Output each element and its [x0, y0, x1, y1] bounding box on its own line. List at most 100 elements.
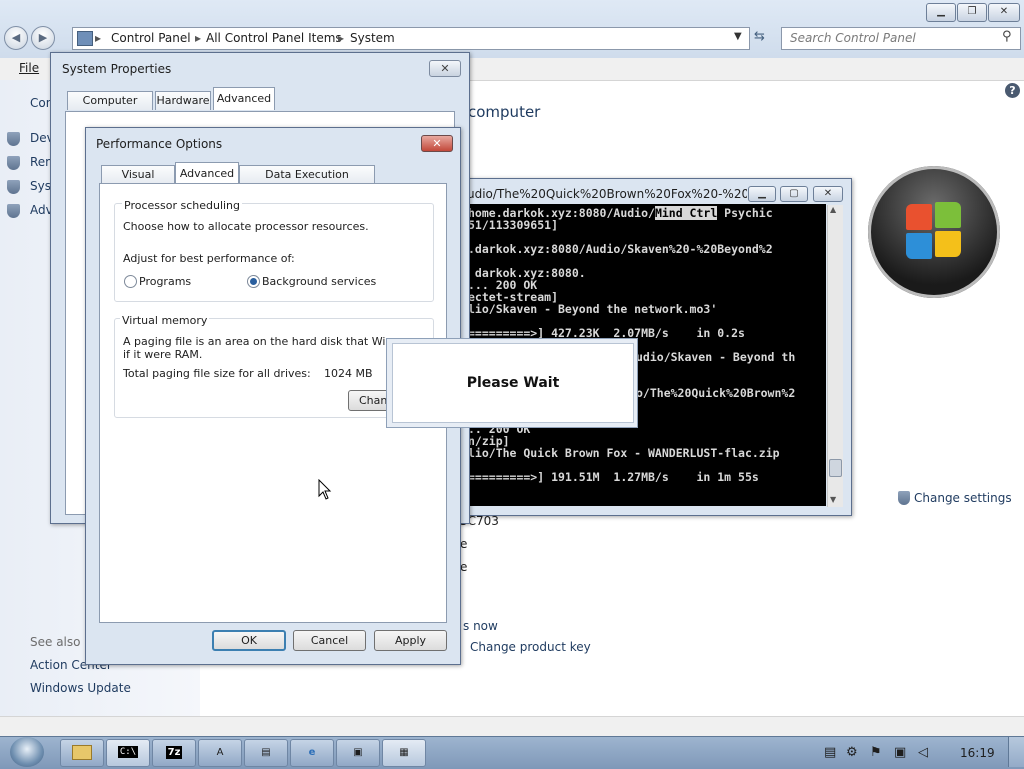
- info-fragment: e: [460, 537, 468, 551]
- taskbar-system-button[interactable]: ▦: [382, 739, 426, 767]
- back-button[interactable]: ◀: [4, 26, 28, 50]
- taskbar-notepad-button[interactable]: ▤: [244, 739, 288, 767]
- shield-icon: [7, 204, 20, 218]
- maximize-button[interactable]: ❐: [957, 3, 987, 22]
- breadcrumb-separator: ▸: [195, 31, 202, 45]
- breadcrumb-separator: ▸: [95, 31, 102, 45]
- tab-hardware[interactable]: Hardware: [155, 91, 211, 110]
- info-fragment: e: [460, 560, 468, 574]
- tab-visual-effects[interactable]: Visual Effects: [101, 165, 175, 199]
- address-dropdown-icon[interactable]: ▼: [734, 31, 742, 42]
- taskbar-remote-button[interactable]: ▣: [336, 739, 380, 767]
- taskbar-explorer-button[interactable]: [60, 739, 104, 767]
- total-paging-value: 1024 MB: [324, 367, 373, 380]
- breadcrumb-separator: ▸: [338, 31, 345, 45]
- taskbar-ie-button[interactable]: e: [290, 739, 334, 767]
- system-properties-tabs: Computer Name Hardware Advanced: [63, 87, 459, 125]
- shield-icon: [898, 491, 910, 505]
- command-prompt-icon: C:\: [117, 746, 139, 758]
- console-close-button[interactable]: ✕: [813, 186, 843, 202]
- see-also-heading: See also: [30, 635, 81, 649]
- tray-volume-icon[interactable]: ◁: [918, 745, 928, 760]
- tab-data-execution-prevention[interactable]: Data Execution Prevention: [239, 165, 375, 199]
- control-panel-icon: [77, 31, 93, 46]
- link-windows-update[interactable]: Windows Update: [30, 681, 131, 695]
- taskbar-cmd-button[interactable]: C:\: [106, 739, 150, 767]
- console-title: udio/The%20Quick%20Brown%20Fox%20-%20WA.…: [467, 187, 747, 201]
- scrollbar-thumb[interactable]: [829, 459, 842, 477]
- system-icon: ▦: [399, 747, 409, 758]
- status-bar: [0, 716, 1024, 737]
- background-services-label[interactable]: Background services: [262, 275, 376, 288]
- show-desktop-button[interactable]: [1008, 737, 1024, 767]
- scroll-up-icon[interactable]: ▲: [830, 205, 836, 214]
- notepad-icon: ▤: [261, 747, 271, 758]
- please-wait-text: Please Wait: [466, 375, 560, 391]
- search-input[interactable]: Search Control Panel: [790, 31, 916, 45]
- remote-desktop-icon: ▣: [353, 747, 363, 758]
- close-button[interactable]: ✕: [988, 3, 1020, 22]
- page-heading: computer: [468, 103, 541, 121]
- shield-icon: [7, 132, 20, 146]
- activation-fragment[interactable]: s now: [463, 619, 498, 633]
- folder-icon: [72, 744, 92, 760]
- tray-clock[interactable]: 16:19: [960, 746, 995, 760]
- console-line: lio/Skaven - Beyond the network.mo3': [468, 302, 718, 316]
- tray-notepad-icon[interactable]: ▤: [824, 745, 836, 760]
- console-maximize-button[interactable]: ▢: [780, 186, 808, 202]
- ok-button[interactable]: OK: [212, 630, 286, 651]
- console-line: lio/The Quick Brown Fox - WANDERLUST-fla…: [468, 446, 780, 460]
- forward-button[interactable]: ▶: [31, 26, 55, 50]
- search-box[interactable]: Search Control Panel ⚲: [781, 27, 1021, 50]
- total-paging-label: Total paging file size for all drives:: [123, 367, 311, 380]
- tab-advanced[interactable]: Advanced: [175, 162, 239, 185]
- change-settings-link[interactable]: Change settings: [914, 491, 1012, 505]
- mouse-cursor-icon: [318, 479, 332, 500]
- change-product-key-link[interactable]: Change product key: [470, 640, 591, 654]
- taskbar-font-button[interactable]: A: [198, 739, 242, 767]
- address-bar[interactable]: ▸ Control Panel ▸ All Control Panel Item…: [72, 27, 750, 50]
- performance-options-title: Performance Options: [96, 137, 223, 151]
- minimize-button[interactable]: ▁: [926, 3, 956, 22]
- start-button[interactable]: [10, 737, 44, 767]
- menu-file[interactable]: File: [19, 61, 39, 75]
- shield-icon: [7, 156, 20, 170]
- breadcrumb-all-items[interactable]: All Control Panel Items: [206, 31, 342, 45]
- tab-advanced[interactable]: Advanced: [213, 87, 275, 110]
- please-wait-panel: Please Wait: [392, 343, 634, 423]
- search-icon[interactable]: ⚲: [1002, 29, 1012, 44]
- breadcrumb-control-panel[interactable]: Control Panel: [111, 31, 191, 45]
- breadcrumb-system[interactable]: System: [350, 31, 395, 45]
- console-scrollbar[interactable]: ▲ ▼: [827, 205, 843, 507]
- system-properties-close-button[interactable]: ✕: [429, 60, 461, 77]
- console-minimize-button[interactable]: ▁: [748, 186, 776, 202]
- processor-scheduling-legend: Processor scheduling: [122, 199, 243, 212]
- virtual-memory-legend: Virtual memory: [120, 314, 210, 327]
- virtual-memory-description-2: if it were RAM.: [123, 348, 203, 361]
- shield-icon: [7, 180, 20, 194]
- windows-logo: [868, 166, 1000, 298]
- performance-options-close-button[interactable]: ✕: [421, 135, 453, 152]
- adjust-performance-label: Adjust for best performance of:: [123, 252, 295, 265]
- help-icon[interactable]: ?: [1005, 83, 1020, 98]
- internet-explorer-icon: e: [308, 747, 316, 758]
- background-services-radio[interactable]: [247, 275, 260, 288]
- console-line: .darkok.xyz:8080/Audio/Skaven%20-%20Beyo…: [468, 242, 773, 256]
- tab-computer-name[interactable]: Computer Name: [67, 91, 153, 125]
- processor-scheduling-description: Choose how to allocate processor resourc…: [123, 220, 369, 233]
- console-selection: Mind Ctrl: [654, 206, 718, 220]
- apply-button[interactable]: Apply: [374, 630, 447, 651]
- system-properties-title: System Properties: [62, 62, 172, 76]
- tray-display-icon[interactable]: ▣: [894, 745, 906, 760]
- taskbar-7zip-button[interactable]: 7z: [152, 739, 196, 767]
- font-icon: A: [216, 747, 224, 758]
- console-line: =========>] 191.51M 1.27MB/s in 1m 55s: [468, 470, 759, 484]
- console-line: 51/113309651]: [468, 218, 559, 232]
- cancel-button[interactable]: Cancel: [293, 630, 366, 651]
- refresh-icon[interactable]: ⇆: [754, 29, 765, 44]
- tray-network-icon[interactable]: ⚙: [846, 745, 858, 760]
- scroll-down-icon[interactable]: ▼: [830, 495, 836, 504]
- tray-flag-icon[interactable]: ⚑: [870, 745, 882, 760]
- programs-radio[interactable]: [124, 275, 137, 288]
- programs-label[interactable]: Programs: [139, 275, 191, 288]
